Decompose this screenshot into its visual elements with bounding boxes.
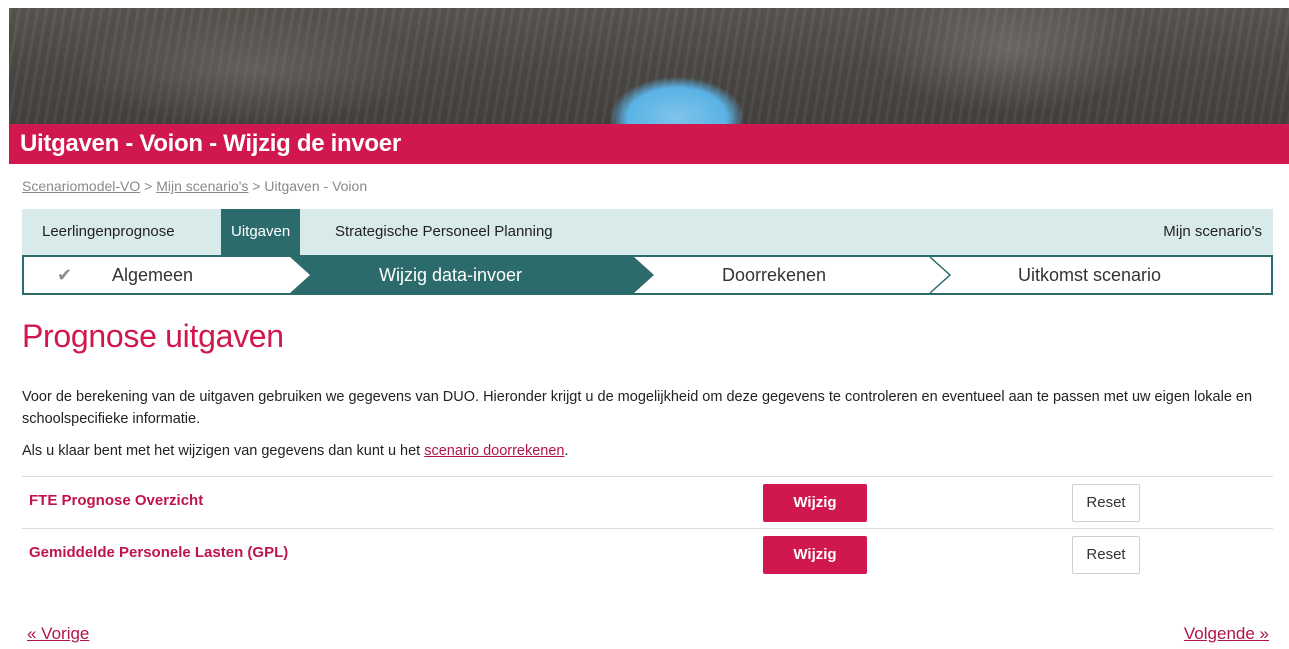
wizard-steps: ✔ Algemeen Wijzig data-invoer Doorrekene… (22, 255, 1273, 295)
check-icon: ✔ (57, 265, 73, 285)
section-heading: Prognose uitgaven (22, 318, 284, 354)
wijzig-button[interactable]: Wijzig (763, 536, 867, 574)
tab-uitgaven[interactable]: Uitgaven (221, 209, 301, 255)
step-uitkomst-scenario[interactable]: Uitkomst scenario (1018, 257, 1161, 293)
breadcrumb-separator: > (144, 178, 153, 194)
intro-text: Voor de berekening van de uitgaven gebru… (22, 389, 1253, 427)
intro-text-2-before: Als u klaar bent met het wijzigen van ge… (22, 443, 425, 459)
intro-text-2: Als u klaar bent met het wijzigen van ge… (22, 443, 569, 459)
main-tabs: Leerlingenprognose Uitgaven Strategische… (22, 209, 1273, 255)
intro-text-2-after: . (564, 443, 569, 459)
row-label[interactable]: FTE Prognose Overzicht (29, 492, 203, 509)
tab-leerlingenprognose[interactable]: Leerlingenprognose (42, 209, 175, 255)
previous-link[interactable]: « Vorige (27, 624, 89, 644)
list-item-fte-prognose: FTE Prognose Overzicht Wijzig Reset (22, 476, 1273, 528)
step-algemeen[interactable]: Algemeen (112, 257, 193, 293)
tab-strategische-personeel-planning[interactable]: Strategische Personeel Planning (335, 209, 553, 255)
header-banner-image (9, 8, 1289, 124)
page-title: Uitgaven - Voion - Wijzig de invoer (9, 124, 1289, 164)
breadcrumb-link-scenariomodel[interactable]: Scenariomodel-VO (22, 178, 140, 194)
row-label[interactable]: Gemiddelde Personele Lasten (GPL) (29, 544, 288, 561)
breadcrumb-link-mijn-scenarios[interactable]: Mijn scenario's (156, 178, 248, 194)
step-divider (929, 256, 952, 294)
step-wijzig-data-invoer[interactable]: Wijzig data-invoer (379, 257, 522, 293)
breadcrumb: Scenariomodel-VO > Mijn scenario's > Uit… (22, 178, 367, 194)
scenario-doorrekenen-link[interactable]: scenario doorrekenen (424, 443, 564, 459)
reset-button[interactable]: Reset (1072, 536, 1140, 574)
reset-button[interactable]: Reset (1072, 484, 1140, 522)
step-doorrekenen[interactable]: Doorrekenen (722, 257, 826, 293)
list-item-gpl: Gemiddelde Personele Lasten (GPL) Wijzig… (22, 528, 1273, 580)
breadcrumb-separator: > (252, 178, 261, 194)
wijzig-button[interactable]: Wijzig (763, 484, 867, 522)
tab-mijn-scenarios[interactable]: Mijn scenario's (1163, 209, 1262, 255)
breadcrumb-current: Uitgaven - Voion (264, 178, 368, 194)
next-link[interactable]: Volgende » (1184, 624, 1269, 644)
